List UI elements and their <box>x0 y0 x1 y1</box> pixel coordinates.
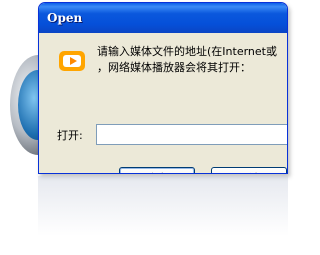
dialog-reflection <box>38 176 288 236</box>
dialog-title: Open <box>47 11 83 25</box>
dialog-titlebar[interactable]: Open <box>39 3 287 33</box>
url-input[interactable] <box>96 124 287 145</box>
prompt-text: 请输入媒体文件的地址(在Internet或 ，网络媒体播放器会将其打开： <box>97 44 287 76</box>
prompt-line-2: ，网络媒体播放器会将其打开： <box>97 61 251 74</box>
prompt-line-1: 请输入媒体文件的地址(在Internet或 <box>97 45 277 58</box>
open-dialog: Open 请输入媒体文件的地址(在Internet或 ，网络媒体播放器会将其打开… <box>38 2 288 174</box>
media-player-icon <box>59 51 85 71</box>
open-label: 打开: <box>57 129 83 142</box>
cancel-button[interactable]: 取消 <box>211 167 287 173</box>
ok-button[interactable]: 确定 <box>119 167 195 173</box>
dialog-body: 请输入媒体文件的地址(在Internet或 ，网络媒体播放器会将其打开： 打开:… <box>39 33 287 173</box>
